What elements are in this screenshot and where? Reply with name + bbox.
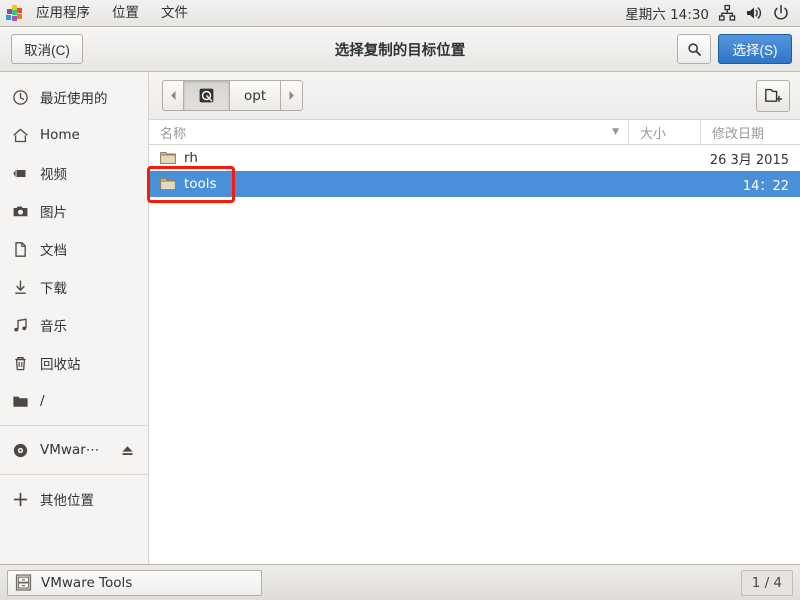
column-header-date[interactable]: 修改日期 — [700, 120, 800, 144]
sort-descending-icon: ▼ — [612, 127, 619, 137]
dialog-header-bar: 选择复制的目标位置 取消(C) 选择(S) — [0, 27, 800, 72]
power-icon[interactable] — [772, 4, 790, 22]
download-icon — [15, 280, 26, 294]
sidebar-item-label: 视频 — [40, 167, 67, 183]
file-date-cell: 14：22 — [742, 178, 789, 194]
music-icon — [14, 318, 27, 331]
sidebar-item-downloads[interactable]: 下载 — [0, 268, 148, 306]
sidebar-item-home[interactable]: Home — [0, 116, 148, 154]
file-date-cell: 26 3月 2015 — [709, 152, 789, 168]
column-header-date-label: 修改日期 — [712, 126, 765, 142]
column-header-size[interactable]: 大小 — [628, 120, 700, 144]
search-button[interactable] — [677, 34, 711, 64]
sidebar-item-music[interactable]: 音乐 — [0, 306, 148, 344]
sidebar-item-videos[interactable]: 视频 — [0, 154, 148, 192]
path-toolbar: opt — [149, 72, 800, 120]
sidebar-item-label: 回收站 — [40, 357, 81, 373]
disc-icon — [13, 443, 28, 457]
panel-menu-files[interactable]: 文件 — [150, 0, 199, 26]
window-list-taskbar: VMware Tools 1 / 4 — [0, 564, 800, 600]
column-header-name-label: 名称 — [160, 126, 187, 142]
home-icon — [13, 128, 28, 142]
table-row[interactable]: rh 26 3月 2015 — [149, 145, 800, 171]
sidebar-item-label: Home — [40, 127, 80, 143]
folder-icon — [160, 177, 176, 191]
sidebar-divider — [0, 474, 148, 475]
sidebar-item-label: 音乐 — [40, 319, 67, 335]
panel-menu-applications[interactable]: 应用程序 — [25, 0, 101, 26]
breadcrumb: opt — [162, 80, 304, 111]
sidebar-item-root[interactable]: / — [0, 382, 148, 420]
breadcrumb-root-button[interactable] — [184, 80, 230, 111]
panel-clock[interactable]: 星期六 14:30 — [625, 3, 709, 23]
file-browser-pane: opt 名称 ▼ 大小 修改日期 rh 26 3月 2015 tools 14：… — [149, 72, 800, 564]
video-icon — [13, 169, 26, 177]
panel-status-area: 星期六 14:30 — [625, 3, 800, 23]
column-headers: 名称 ▼ 大小 修改日期 — [149, 120, 800, 145]
sidebar-divider — [0, 425, 148, 426]
sidebar-item-other-locations[interactable]: 其他位置 — [0, 480, 148, 518]
folder-icon — [13, 396, 28, 407]
filesystem-root-icon — [199, 88, 214, 103]
path-scroll-left-button[interactable] — [162, 80, 184, 111]
sidebar-item-vmware-tools-disc[interactable]: VMwar⋯ — [0, 431, 148, 469]
column-header-name[interactable]: 名称 ▼ — [149, 120, 628, 144]
dialog-body: 最近使用的 Home 视频 图片 文档 下载 音乐 回收站 / VMwar⋯ 其… — [0, 72, 800, 564]
clock-icon — [13, 89, 28, 105]
file-name-cell: tools — [149, 176, 628, 192]
network-icon[interactable] — [718, 4, 736, 22]
trash-icon — [15, 356, 26, 370]
file-name-label: rh — [184, 150, 198, 166]
applications-grid-icon — [6, 5, 24, 21]
sidebar-item-label: 文档 — [40, 243, 67, 259]
file-name-label: tools — [184, 176, 217, 192]
chevron-left-icon — [170, 91, 175, 100]
new-folder-button[interactable] — [756, 79, 790, 112]
taskbar-window-label: VMware Tools — [41, 574, 133, 591]
panel-menu-places[interactable]: 位置 — [101, 0, 150, 26]
sidebar-item-label: 下载 — [40, 281, 67, 297]
sidebar-item-recent[interactable]: 最近使用的 — [0, 78, 148, 116]
file-cabinet-icon — [15, 574, 32, 591]
search-icon — [687, 42, 701, 56]
sidebar-item-label: 其他位置 — [40, 493, 94, 509]
sidebar-item-label: VMwar⋯ — [40, 442, 100, 458]
camera-icon — [13, 206, 28, 216]
sidebar-item-label: 图片 — [40, 205, 67, 221]
chevron-right-icon — [289, 91, 294, 100]
table-row[interactable]: tools 14：22 — [149, 171, 800, 197]
select-button[interactable]: 选择(S) — [718, 34, 792, 64]
breadcrumb-current-button[interactable]: opt — [230, 80, 282, 111]
document-icon — [15, 241, 26, 257]
new-folder-icon — [764, 88, 782, 103]
sidebar-item-trash[interactable]: 回收站 — [0, 344, 148, 382]
sidebar-item-pictures[interactable]: 图片 — [0, 192, 148, 230]
volume-icon[interactable] — [745, 4, 763, 22]
taskbar-window-button-vmware-tools[interactable]: VMware Tools — [7, 569, 262, 596]
workspace-switcher[interactable]: 1 / 4 — [740, 569, 793, 596]
path-scroll-right-button[interactable] — [281, 80, 304, 111]
cancel-button[interactable]: 取消(C) — [11, 34, 83, 64]
places-sidebar: 最近使用的 Home 视频 图片 文档 下载 音乐 回收站 / VMwar⋯ 其… — [0, 72, 149, 564]
folder-icon — [160, 151, 176, 165]
gnome-top-panel: 应用程序 位置 文件 星期六 14:30 — [0, 0, 800, 27]
sidebar-item-label: 最近使用的 — [40, 91, 108, 107]
eject-icon[interactable] — [120, 443, 135, 458]
file-list[interactable]: rh 26 3月 2015 tools 14：22 — [149, 145, 800, 564]
file-name-cell: rh — [149, 150, 628, 166]
plus-icon — [13, 492, 28, 506]
column-header-size-label: 大小 — [640, 126, 667, 142]
sidebar-item-documents[interactable]: 文档 — [0, 230, 148, 268]
sidebar-item-label: / — [40, 393, 45, 409]
